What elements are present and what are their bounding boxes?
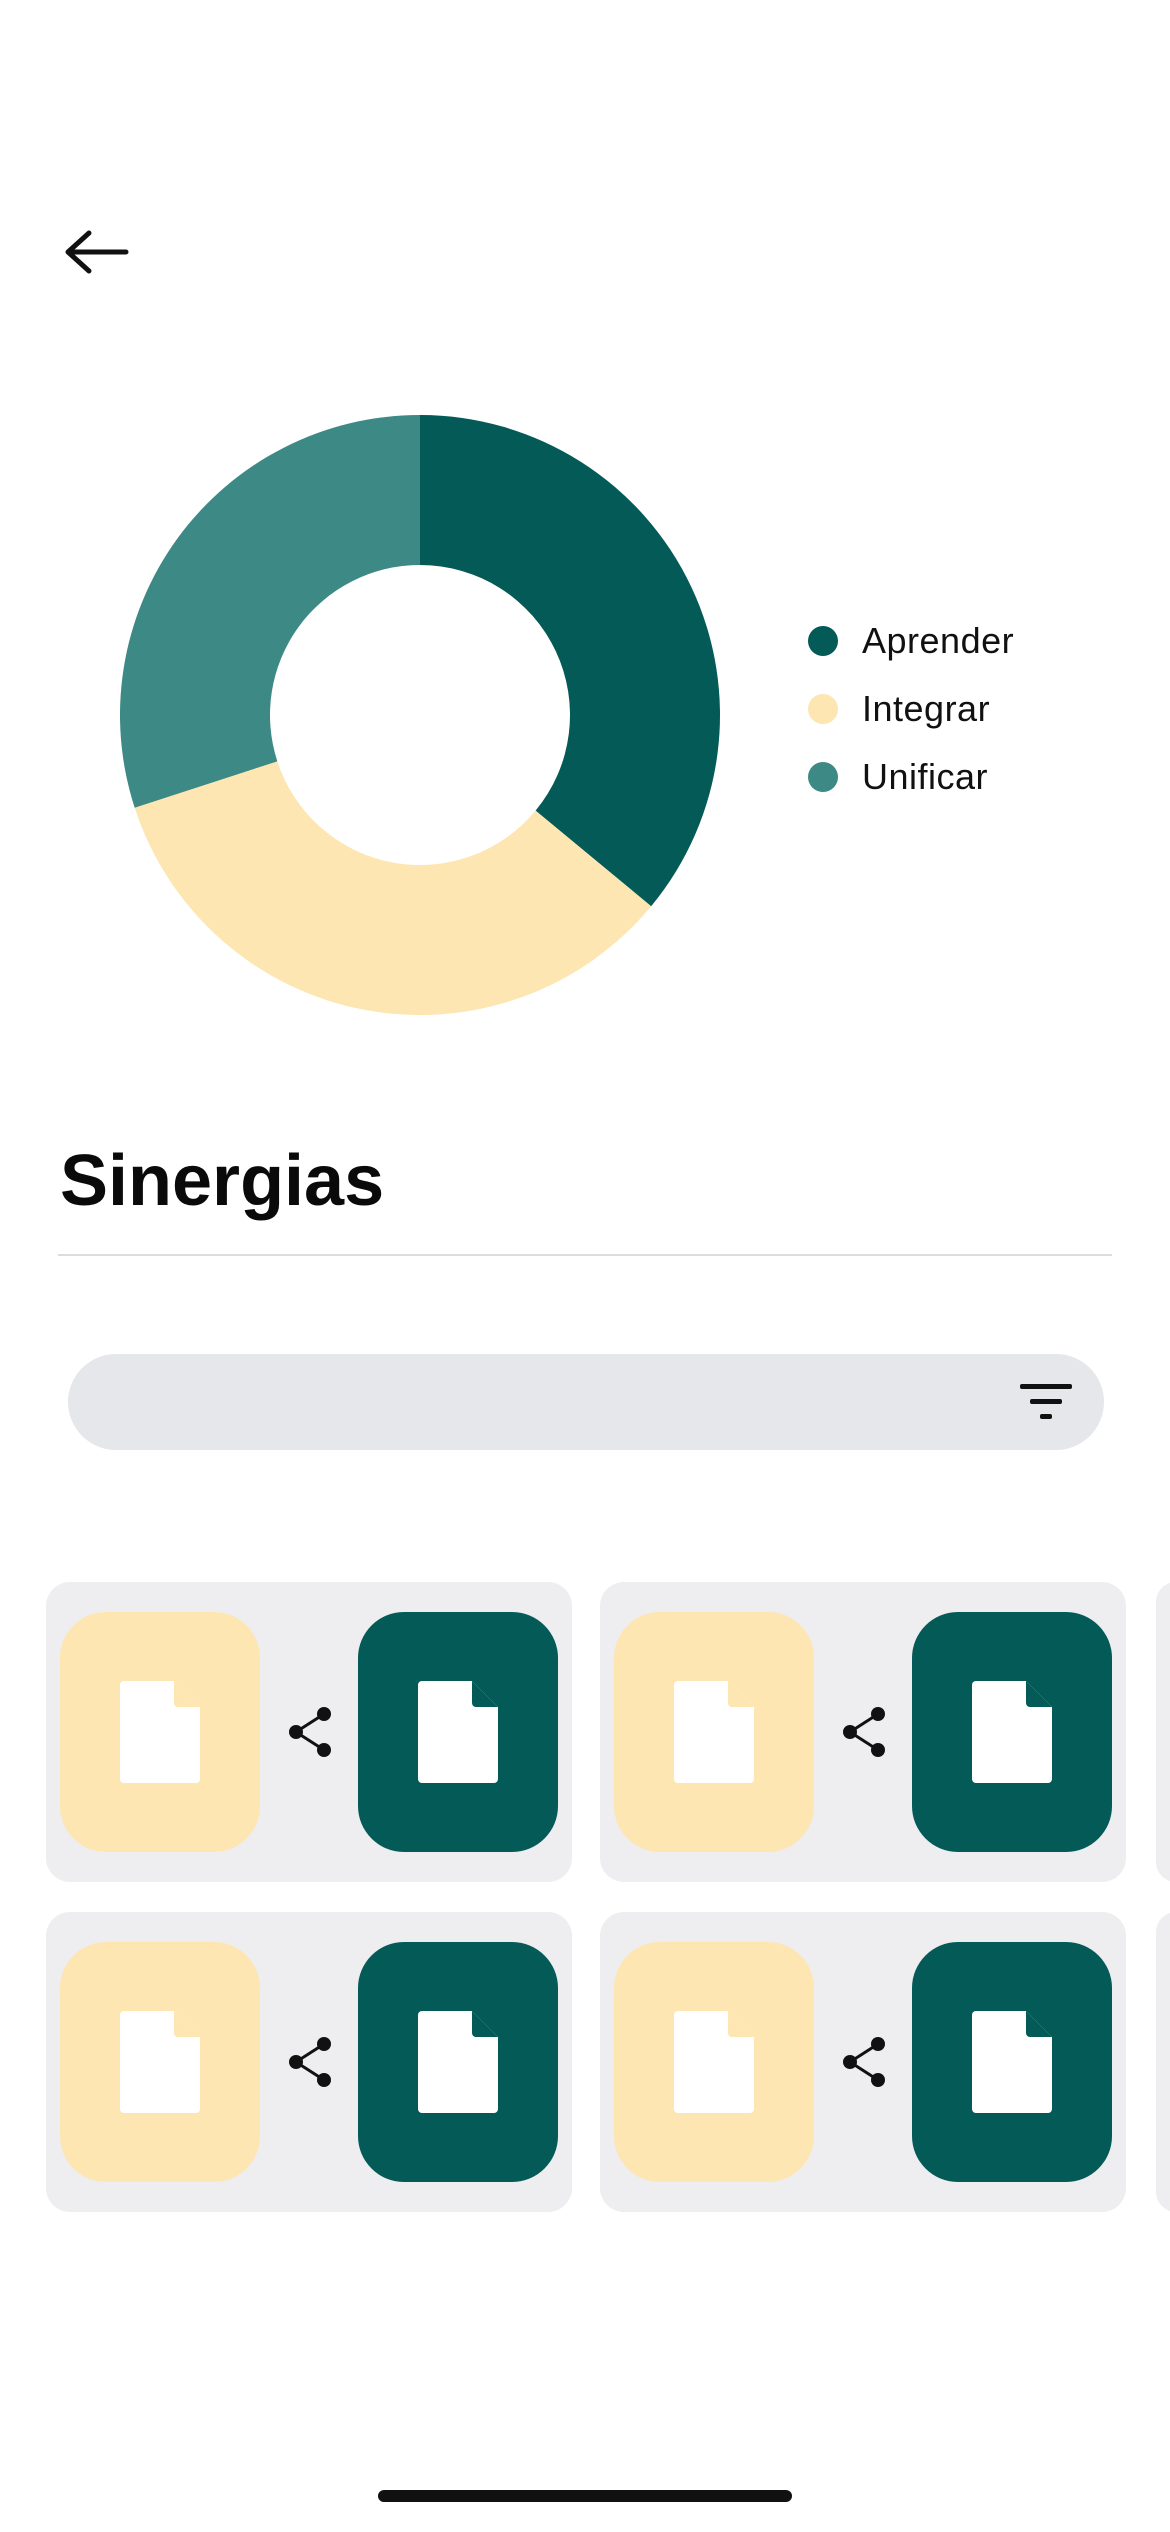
next-card-peek bbox=[1156, 1582, 1170, 1882]
document-icon bbox=[972, 1681, 1052, 1783]
legend-label: Unificar bbox=[862, 756, 989, 797]
document-icon bbox=[972, 2011, 1052, 2113]
legend-item-integrar[interactable]: Integrar bbox=[808, 688, 1014, 730]
source-document-tile[interactable] bbox=[60, 1942, 260, 2182]
document-icon bbox=[120, 1681, 200, 1783]
synergy-card[interactable] bbox=[600, 1912, 1126, 2212]
donut-slice-unificar[interactable] bbox=[119, 415, 421, 808]
legend-label: Integrar bbox=[862, 688, 991, 729]
legend-item-unificar[interactable]: Unificar bbox=[808, 756, 1014, 798]
legend-label: Aprender bbox=[862, 620, 1015, 661]
synergy-card[interactable] bbox=[46, 1582, 572, 1882]
donut-chart-svg bbox=[119, 415, 721, 1016]
donut-slice-aprender[interactable] bbox=[420, 415, 721, 907]
share-icon bbox=[289, 2037, 331, 2087]
document-icon bbox=[418, 1681, 498, 1783]
target-document-tile[interactable] bbox=[358, 1942, 558, 2182]
legend-dot bbox=[808, 694, 838, 724]
share-icon bbox=[289, 1707, 331, 1757]
chart-legend: Aprender Integrar Unificar bbox=[808, 620, 1014, 798]
filter-icon bbox=[1020, 1384, 1072, 1419]
legend-item-aprender[interactable]: Aprender bbox=[808, 620, 1014, 662]
target-document-tile[interactable] bbox=[358, 1612, 558, 1852]
synergy-card[interactable] bbox=[600, 1582, 1126, 1882]
document-icon bbox=[418, 2011, 498, 2113]
back-button[interactable] bbox=[56, 220, 136, 284]
share-icon bbox=[843, 2037, 885, 2087]
next-card-peek bbox=[1156, 1912, 1170, 2212]
target-document-tile[interactable] bbox=[912, 1942, 1112, 2182]
filter-button[interactable] bbox=[1016, 1376, 1076, 1428]
source-document-tile[interactable] bbox=[614, 1942, 814, 2182]
synergy-card[interactable] bbox=[46, 1912, 572, 2212]
search-input[interactable] bbox=[108, 1354, 992, 1452]
legend-dot bbox=[808, 626, 838, 656]
page-title: Sinergias bbox=[60, 1141, 385, 1221]
search-bar[interactable] bbox=[68, 1354, 1104, 1452]
target-document-tile[interactable] bbox=[912, 1612, 1112, 1852]
source-document-tile[interactable] bbox=[60, 1612, 260, 1852]
legend-dot bbox=[808, 762, 838, 792]
home-indicator bbox=[378, 2490, 792, 2502]
source-document-tile[interactable] bbox=[614, 1612, 814, 1852]
share-icon bbox=[843, 1707, 885, 1757]
document-icon bbox=[120, 2011, 200, 2113]
divider bbox=[58, 1254, 1112, 1256]
donut-chart bbox=[110, 405, 730, 1025]
document-icon bbox=[674, 1681, 754, 1783]
arrow-left-icon bbox=[65, 230, 129, 274]
document-icon bbox=[674, 2011, 754, 2113]
